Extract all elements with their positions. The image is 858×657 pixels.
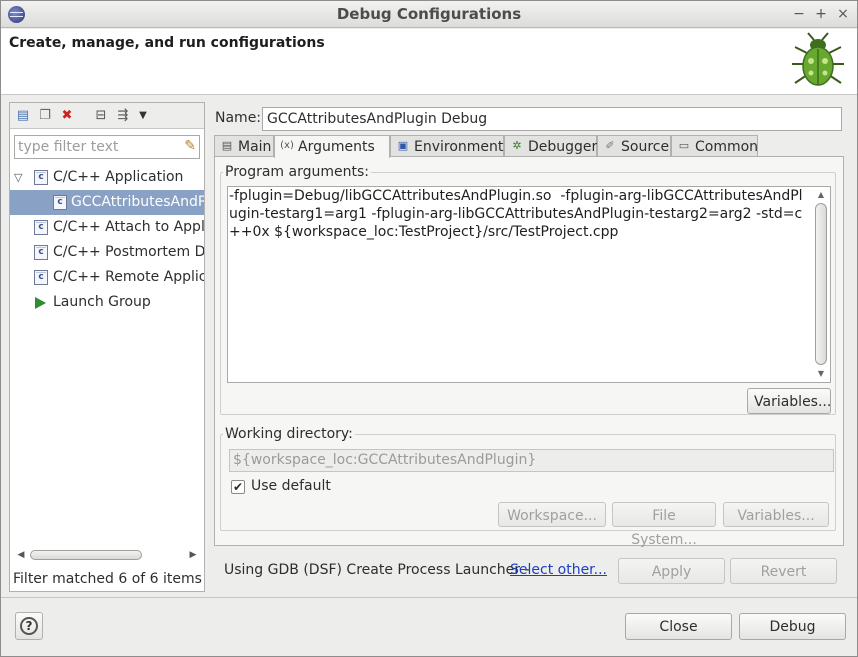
title-bar: Debug Configurations − + × <box>1 1 857 28</box>
program-arguments-text: -fplugin=Debug/libGCCAttributesAndPlugin… <box>229 188 803 240</box>
debug-configurations-window: Debug Configurations − + × Create, manag… <box>0 0 858 657</box>
scroll-thumb[interactable] <box>30 550 142 560</box>
tree-item-c-cpp-remote[interactable]: c C/C++ Remote Application <box>10 265 204 290</box>
duplicate-icon[interactable]: ❐ <box>36 107 54 125</box>
tree-item-c-cpp-postmortem[interactable]: c C/C++ Postmortem Debugger <box>10 240 204 265</box>
debugger-tab-icon: ✲ <box>512 139 522 152</box>
name-field[interactable]: GCCAttributesAndPlugin Debug <box>262 107 842 131</box>
tree-item-gccattributesandplugin-debug[interactable]: c GCCAttributesAndPlugin Debug <box>10 190 204 215</box>
scroll-thumb[interactable] <box>815 203 827 365</box>
vertical-scrollbar[interactable]: ▲ ▼ <box>814 189 828 380</box>
filter-status-text: Filter matched 6 of 6 items <box>13 571 202 587</box>
scroll-track[interactable] <box>30 550 182 560</box>
tree-item-label: C/C++ Application <box>53 169 184 185</box>
clear-filter-icon[interactable]: ✎ <box>184 138 196 154</box>
workspace-button[interactable]: Workspace... <box>498 502 606 527</box>
close-window-button[interactable]: × <box>834 4 852 24</box>
tab-bar: ▤ Main (x) Arguments ▣ Environment ✲ Deb… <box>214 135 844 158</box>
filter-configurations-icon[interactable]: ⇶ <box>114 107 132 125</box>
working-directory-label: Working directory: <box>223 426 355 442</box>
new-configuration-icon[interactable]: ▤ <box>14 107 32 125</box>
c-file-icon: c <box>34 170 48 185</box>
scroll-right-icon[interactable]: ▶ <box>186 547 200 563</box>
header-banner: Create, manage, and run configurations <box>1 29 857 95</box>
help-button[interactable]: ? <box>15 612 43 640</box>
use-default-label: Use default <box>251 478 331 494</box>
main-tab-icon: ▤ <box>221 139 233 152</box>
tree-item-launch-group[interactable]: Launch Group <box>10 290 204 315</box>
tree-item-label: C/C++ Attach to Application <box>53 219 204 235</box>
tab-label: Environment <box>414 139 504 155</box>
chevron-down-icon[interactable]: ▽ <box>14 165 22 190</box>
program-variables-button[interactable]: Variables... <box>747 388 831 414</box>
tab-label: Arguments <box>298 139 375 155</box>
c-file-icon: c <box>53 195 67 210</box>
tab-source[interactable]: ✐ Source <box>597 135 671 157</box>
debug-bug-icon <box>792 32 844 86</box>
c-file-icon: c <box>34 220 48 235</box>
tree-item-c-cpp-application[interactable]: ▽ c C/C++ Application <box>10 165 204 190</box>
filter-input[interactable] <box>15 136 175 158</box>
arguments-tab-panel: Program arguments: -fplugin=Debug/libGCC… <box>214 156 844 548</box>
program-arguments-textarea[interactable]: -fplugin=Debug/libGCCAttributesAndPlugin… <box>227 186 831 383</box>
tab-label: Debugger <box>528 139 598 155</box>
scroll-down-icon[interactable]: ▼ <box>814 368 828 380</box>
tab-label: Source <box>621 139 670 155</box>
revert-button[interactable]: Revert <box>730 558 837 584</box>
tree-item-label: C/C++ Postmortem Debugger <box>53 244 204 260</box>
common-tab-icon: ▭ <box>678 139 690 152</box>
tree-item-c-cpp-attach[interactable]: c C/C++ Attach to Application <box>10 215 204 240</box>
debug-button[interactable]: Debug <box>739 613 846 640</box>
name-label: Name: <box>215 110 262 126</box>
launch-group-icon <box>35 297 46 309</box>
c-file-icon: c <box>34 270 48 285</box>
tab-label: Common <box>695 139 759 155</box>
configuration-list-panel: ▤ ❐ ✖ ⊟ ⇶ ▼ ✎ ▽ c C/C++ Application c GC… <box>9 102 205 592</box>
environment-tab-icon: ▣ <box>397 139 409 152</box>
tab-main[interactable]: ▤ Main <box>214 135 274 157</box>
tree-item-label: Launch Group <box>53 294 151 310</box>
working-directory-variables-button[interactable]: Variables... <box>723 502 829 527</box>
c-file-icon: c <box>34 245 48 260</box>
tab-arguments[interactable]: (x) Arguments <box>274 135 390 158</box>
view-menu-icon[interactable]: ▼ <box>134 107 152 125</box>
tab-debugger[interactable]: ✲ Debugger <box>504 135 597 157</box>
tab-label: Main <box>238 139 272 155</box>
minimize-button[interactable]: − <box>790 4 808 24</box>
help-icon: ? <box>20 617 38 635</box>
apply-button[interactable]: Apply <box>618 558 725 584</box>
working-directory-field[interactable]: ${workspace_loc:GCCAttributesAndPlugin} <box>229 449 834 472</box>
source-tab-icon: ✐ <box>605 139 615 152</box>
select-other-link[interactable]: Select other... <box>510 562 607 578</box>
scroll-left-icon[interactable]: ◀ <box>14 547 28 563</box>
tree-item-label: GCCAttributesAndPlugin Debug <box>71 194 204 210</box>
program-arguments-label: Program arguments: <box>223 164 371 180</box>
working-directory-group: Working directory: ${workspace_loc:GCCAt… <box>220 426 836 548</box>
tab-environment[interactable]: ▣ Environment <box>390 135 504 157</box>
close-button[interactable]: Close <box>625 613 732 640</box>
maximize-button[interactable]: + <box>812 4 830 24</box>
configuration-tree: ▽ c C/C++ Application c GCCAttributesAnd… <box>10 165 204 545</box>
window-title: Debug Configurations <box>336 5 522 23</box>
horizontal-scrollbar[interactable]: ◀ ▶ <box>14 547 200 563</box>
launcher-text: Using GDB (DSF) Create Process Launcher … <box>224 562 530 578</box>
use-default-checkbox[interactable]: ✔ <box>231 480 245 494</box>
arguments-tab-icon: (x) <box>280 140 294 151</box>
banner-heading: Create, manage, and run configurations <box>9 35 325 51</box>
collapse-all-icon[interactable]: ⊟ <box>92 107 110 125</box>
scroll-up-icon[interactable]: ▲ <box>814 189 828 201</box>
filter-box: ✎ <box>14 135 200 159</box>
tree-item-label: C/C++ Remote Application <box>53 269 204 285</box>
footer-separator <box>1 597 857 598</box>
tab-common[interactable]: ▭ Common <box>671 135 758 157</box>
file-system-button[interactable]: File System... <box>612 502 716 548</box>
left-toolbar: ▤ ❐ ✖ ⊟ ⇶ ▼ <box>10 103 204 129</box>
delete-icon[interactable]: ✖ <box>58 107 76 125</box>
